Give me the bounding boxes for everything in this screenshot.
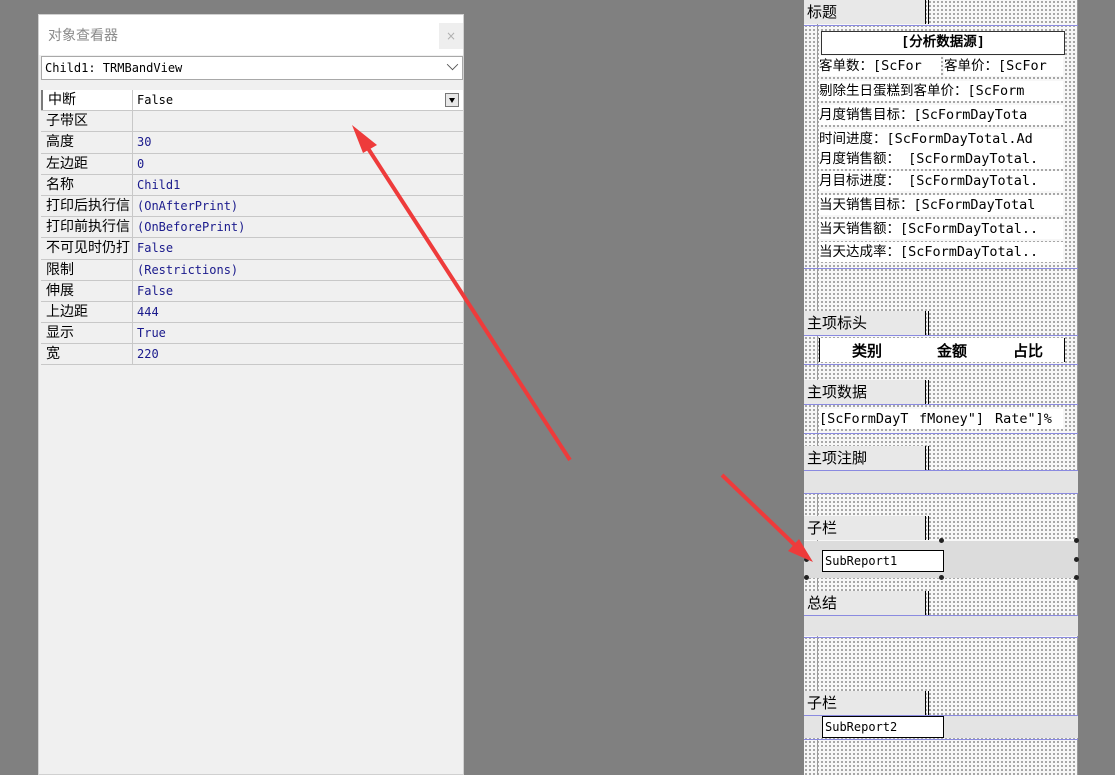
arrow-to-inspector [352,125,572,462]
arrow-to-subreport [720,473,813,562]
annotation-arrows [352,125,813,562]
